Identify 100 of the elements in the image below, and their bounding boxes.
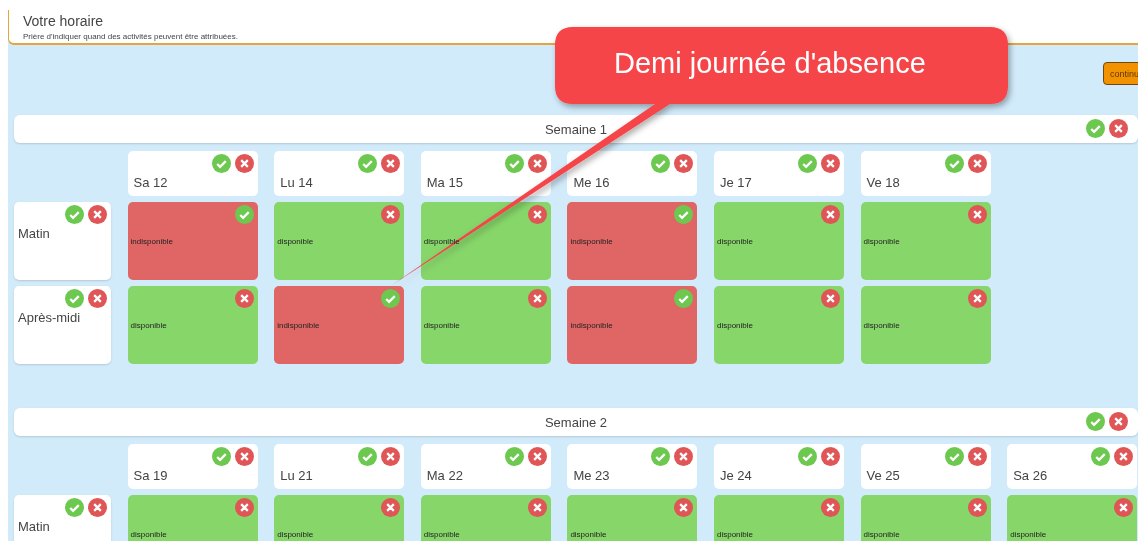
close-icon[interactable] xyxy=(527,447,547,466)
day-label: Sa 12 xyxy=(133,175,168,190)
period-label: Matin xyxy=(18,519,50,534)
period-label: Matin xyxy=(18,226,50,241)
close-icon[interactable] xyxy=(527,205,547,224)
availability-slot[interactable]: indisponible xyxy=(567,286,698,364)
day-label: Sa 19 xyxy=(133,468,168,483)
check-icon[interactable] xyxy=(797,154,817,173)
check-icon[interactable] xyxy=(1091,447,1111,466)
close-icon[interactable] xyxy=(88,498,107,517)
day-label: Je 24 xyxy=(719,468,752,483)
slot-status: disponible xyxy=(130,321,167,330)
check-icon[interactable] xyxy=(674,289,694,308)
close-icon[interactable] xyxy=(527,498,547,517)
availability-slot[interactable]: disponible xyxy=(274,202,405,280)
close-icon[interactable] xyxy=(674,498,694,517)
check-icon[interactable] xyxy=(651,154,671,173)
close-icon[interactable] xyxy=(674,154,694,173)
week-title: Semaine 2 xyxy=(544,414,608,430)
check-icon[interactable] xyxy=(65,205,84,224)
close-icon[interactable] xyxy=(381,205,401,224)
callout-text: Demi journée d'absence xyxy=(614,47,926,80)
check-icon[interactable] xyxy=(504,154,524,173)
page-title: Votre horaire xyxy=(23,13,105,29)
continue-button[interactable]: continu xyxy=(1102,62,1138,85)
check-icon[interactable] xyxy=(234,205,254,224)
day-label: Ve 25 xyxy=(866,468,900,483)
close-icon[interactable] xyxy=(527,289,547,308)
close-icon[interactable] xyxy=(820,498,840,517)
close-icon[interactable] xyxy=(967,289,987,308)
close-icon[interactable] xyxy=(527,154,547,173)
availability-slot[interactable]: disponible xyxy=(274,495,405,541)
slot-status: indisponible xyxy=(570,237,613,246)
check-icon[interactable] xyxy=(944,154,964,173)
availability-slot[interactable]: indisponible xyxy=(274,286,405,364)
slot-status: disponible xyxy=(863,237,900,246)
close-icon[interactable] xyxy=(88,289,107,308)
close-icon[interactable] xyxy=(967,447,987,466)
day-label: Ma 15 xyxy=(426,175,463,190)
check-icon[interactable] xyxy=(381,289,401,308)
check-icon[interactable] xyxy=(944,447,964,466)
day-label: Lu 14 xyxy=(280,175,313,190)
check-icon[interactable] xyxy=(65,498,84,517)
close-icon[interactable] xyxy=(234,154,254,173)
check-icon[interactable] xyxy=(1086,119,1105,138)
slot-status: indisponible xyxy=(277,321,320,330)
close-icon[interactable] xyxy=(967,498,987,517)
close-icon[interactable] xyxy=(967,205,987,224)
check-icon[interactable] xyxy=(65,289,84,308)
availability-slot[interactable]: disponible xyxy=(127,286,258,364)
close-icon[interactable] xyxy=(820,447,840,466)
close-icon[interactable] xyxy=(88,205,107,224)
check-icon[interactable] xyxy=(358,154,378,173)
close-icon[interactable] xyxy=(674,447,694,466)
slot-status: disponible xyxy=(277,237,314,246)
close-icon[interactable] xyxy=(820,154,840,173)
availability-slot[interactable]: indisponible xyxy=(127,202,258,280)
check-icon[interactable] xyxy=(651,447,671,466)
availability-slot[interactable]: disponible xyxy=(420,495,551,541)
check-icon[interactable] xyxy=(358,447,378,466)
close-icon[interactable] xyxy=(820,205,840,224)
day-label: Me 16 xyxy=(573,175,610,190)
close-icon[interactable] xyxy=(1109,412,1128,431)
availability-slot[interactable]: indisponible xyxy=(567,202,698,280)
close-icon[interactable] xyxy=(1114,447,1134,466)
availability-slot[interactable]: disponible xyxy=(1007,495,1138,541)
check-icon[interactable] xyxy=(211,447,231,466)
availability-slot[interactable]: disponible xyxy=(860,286,991,364)
slot-status: disponible xyxy=(716,237,753,246)
check-icon[interactable] xyxy=(504,447,524,466)
close-icon[interactable] xyxy=(820,289,840,308)
slot-status: disponible xyxy=(423,321,460,330)
close-icon[interactable] xyxy=(1114,498,1134,517)
close-icon[interactable] xyxy=(381,498,401,517)
check-icon[interactable] xyxy=(1086,412,1105,431)
close-icon[interactable] xyxy=(1109,119,1128,138)
close-icon[interactable] xyxy=(234,447,254,466)
close-icon[interactable] xyxy=(234,289,254,308)
close-icon[interactable] xyxy=(234,498,254,517)
day-label: Je 17 xyxy=(719,175,752,190)
check-icon[interactable] xyxy=(211,154,231,173)
check-icon[interactable] xyxy=(674,205,694,224)
availability-slot[interactable]: disponible xyxy=(713,286,844,364)
close-icon[interactable] xyxy=(381,154,401,173)
availability-slot[interactable]: disponible xyxy=(420,286,551,364)
availability-slot[interactable]: disponible xyxy=(127,495,258,541)
check-icon[interactable] xyxy=(797,447,817,466)
slot-status: disponible xyxy=(716,530,753,539)
slot-status: indisponible xyxy=(130,237,173,246)
period-label: Après-midi xyxy=(18,310,81,325)
slot-status: disponible xyxy=(863,530,900,539)
availability-slot[interactable]: disponible xyxy=(860,202,991,280)
availability-slot[interactable]: disponible xyxy=(713,495,844,541)
availability-slot[interactable]: disponible xyxy=(860,495,991,541)
availability-slot[interactable]: disponible xyxy=(713,202,844,280)
day-label: Ve 18 xyxy=(866,175,900,190)
availability-slot[interactable]: disponible xyxy=(567,495,698,541)
close-icon[interactable] xyxy=(967,154,987,173)
close-icon[interactable] xyxy=(381,447,401,466)
slot-status: disponible xyxy=(130,530,167,539)
